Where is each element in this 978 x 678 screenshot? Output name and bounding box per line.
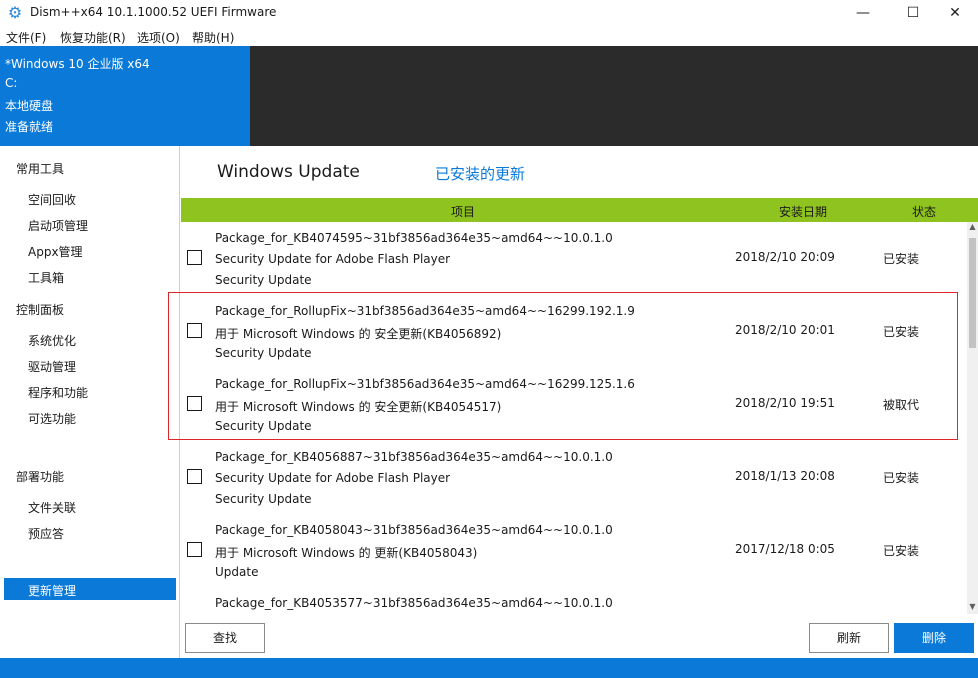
sidebar-item-startup[interactable]: 启动项管理 <box>28 217 88 234</box>
system-info-panel[interactable]: *Windows 10 企业版 x64 C: 本地硬盘 准备就绪 <box>0 46 250 146</box>
sidebar-section-control-panel[interactable]: 控制面板 <box>16 301 64 318</box>
package-name: Package_for_RollupFix~31bf3856ad364e35~a… <box>215 377 635 391</box>
update-description: Security Update for Adobe Flash Player <box>215 252 451 266</box>
table-row[interactable]: Package_for_KB4058043~31bf3856ad364e35~a… <box>181 514 966 587</box>
install-date: 2017/12/18 0:05 <box>735 542 835 556</box>
menu-help[interactable]: 帮助(H) <box>192 29 234 46</box>
sidebar-item-file-assoc[interactable]: 文件关联 <box>28 499 76 516</box>
update-type: Security Update <box>215 419 312 433</box>
disk-type: 本地硬盘 <box>5 99 54 113</box>
update-status: 已安装 <box>883 471 920 485</box>
update-status: 被取代 <box>883 398 920 412</box>
close-button[interactable]: ✕ <box>932 0 978 26</box>
install-date: 2018/2/10 20:09 <box>735 250 835 264</box>
find-button[interactable]: 查找 <box>185 623 265 653</box>
system-status: 准备就绪 <box>5 120 54 134</box>
refresh-button[interactable]: 刷新 <box>809 623 889 653</box>
update-description: 用于 Microsoft Windows 的 更新(KB4058043) <box>215 546 478 560</box>
table-row[interactable]: Package_for_RollupFix~31bf3856ad364e35~a… <box>181 368 966 441</box>
update-status: 已安装 <box>883 325 920 339</box>
maximize-button[interactable]: ☐ <box>890 0 936 26</box>
table-row[interactable]: Package_for_KB4056887~31bf3856ad364e35~a… <box>181 441 966 514</box>
menu-file[interactable]: 文件(F) <box>6 29 46 46</box>
table-row[interactable]: Package_for_KB4053577~31bf3856ad364e35~a… <box>181 587 966 611</box>
delete-button[interactable]: 删除 <box>894 623 974 653</box>
package-name: Package_for_KB4074595~31bf3856ad364e35~a… <box>215 231 613 245</box>
window-title: Dism++x64 10.1.1000.52 UEFI Firmware <box>30 5 277 19</box>
title-bar: ⚙ Dism++x64 10.1.1000.52 UEFI Firmware —… <box>0 0 978 26</box>
sidebar-item-programs[interactable]: 程序和功能 <box>28 384 88 401</box>
scroll-down-arrow-icon[interactable]: ▼ <box>967 602 978 614</box>
drive-letter: C: <box>5 76 18 90</box>
sidebar-item-space-recovery[interactable]: 空间回收 <box>28 191 76 208</box>
update-status: 已安装 <box>883 544 920 558</box>
sidebar-item-update-label: 更新管理 <box>28 584 77 598</box>
update-type: Update <box>215 565 259 579</box>
table-row[interactable]: Package_for_KB4074595~31bf3856ad364e35~a… <box>181 222 966 295</box>
update-status: 已安装 <box>883 252 920 266</box>
row-checkbox[interactable] <box>187 250 202 265</box>
install-date: 2018/1/13 20:08 <box>735 469 835 483</box>
sidebar-item-optimize[interactable]: 系统优化 <box>28 332 76 349</box>
sidebar-item-toolbox[interactable]: 工具箱 <box>28 269 64 286</box>
scroll-thumb[interactable] <box>969 238 976 348</box>
os-name: *Windows 10 企业版 x64 <box>5 57 150 71</box>
update-description: 用于 Microsoft Windows 的 安全更新(KB4056892) <box>215 327 502 341</box>
row-checkbox[interactable] <box>187 323 202 338</box>
menu-bar: 文件(F) 恢复功能(R) 选项(O) 帮助(H) <box>0 26 978 46</box>
row-checkbox[interactable] <box>187 542 202 557</box>
installed-updates-link[interactable]: 已安装的更新 <box>435 163 525 184</box>
package-name: Package_for_KB4058043~31bf3856ad364e35~a… <box>215 523 613 537</box>
dark-banner <box>250 46 978 146</box>
column-status[interactable]: 状态 <box>912 203 936 220</box>
table-row[interactable]: Package_for_RollupFix~31bf3856ad364e35~a… <box>181 295 966 368</box>
install-date: 2018/2/10 20:01 <box>735 323 835 337</box>
minimize-button[interactable]: — <box>840 0 886 26</box>
sidebar-section-deploy[interactable]: 部署功能 <box>16 468 64 485</box>
sidebar: 常用工具 空间回收 启动项管理 Appx管理 工具箱 控制面板 系统优化 驱动管… <box>0 146 180 658</box>
package-name: Package_for_KB4056887~31bf3856ad364e35~a… <box>215 450 613 464</box>
column-item[interactable]: 项目 <box>451 203 475 220</box>
status-bar <box>0 658 978 678</box>
gear-icon: ⚙ <box>7 3 23 22</box>
update-type: Security Update <box>215 273 312 287</box>
sidebar-item-drivers[interactable]: 驱动管理 <box>28 358 76 375</box>
page-title: Windows Update <box>217 162 360 182</box>
list-scrollbar[interactable]: ▲ ▼ <box>967 222 978 614</box>
package-name: Package_for_RollupFix~31bf3856ad364e35~a… <box>215 304 635 318</box>
sidebar-item-answer-file[interactable]: 预应答 <box>28 525 64 542</box>
update-type: Security Update <box>215 346 312 360</box>
update-list: Package_for_KB4074595~31bf3856ad364e35~a… <box>181 222 966 611</box>
update-type: Security Update <box>215 492 312 506</box>
package-name: Package_for_KB4053577~31bf3856ad364e35~a… <box>215 596 613 610</box>
sidebar-item-appx[interactable]: Appx管理 <box>28 243 83 260</box>
row-checkbox[interactable] <box>187 469 202 484</box>
column-date[interactable]: 安装日期 <box>779 203 827 220</box>
update-description: Security Update for Adobe Flash Player <box>215 471 451 485</box>
update-description: 用于 Microsoft Windows 的 安全更新(KB4054517) <box>215 400 502 414</box>
sidebar-item-optional-features[interactable]: 可选功能 <box>28 410 76 427</box>
table-header: 项目 安装日期 状态 <box>181 198 978 222</box>
sidebar-section-common-tools[interactable]: 常用工具 <box>16 160 64 177</box>
menu-restore[interactable]: 恢复功能(R) <box>60 29 126 46</box>
scroll-up-arrow-icon[interactable]: ▲ <box>967 222 978 234</box>
main-panel: Windows Update 已安装的更新 项目 安装日期 状态 Package… <box>181 146 978 658</box>
row-checkbox[interactable] <box>187 396 202 411</box>
install-date: 2018/2/10 19:51 <box>735 396 835 410</box>
menu-options[interactable]: 选项(O) <box>137 29 180 46</box>
